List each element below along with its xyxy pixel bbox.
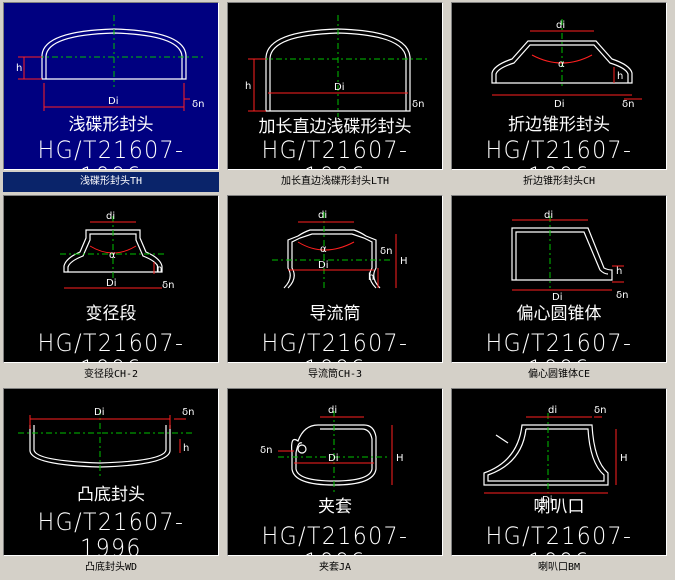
h-label: h — [368, 272, 374, 283]
item-title: 凸底封头 — [77, 485, 145, 505]
h-label: h — [156, 264, 162, 275]
gallery-item-ch-3[interactable]: di α Di δn h H 导流筒 HG/T21607-1996 导流筒CH-… — [224, 193, 445, 386]
di-label: Di — [554, 99, 564, 110]
dn-label: δn — [260, 445, 272, 456]
item-title: 浅碟形封头 — [68, 115, 154, 135]
item-caption: 加长直边浅碟形封头LTH — [280, 176, 390, 187]
item-title: 导流筒 — [309, 304, 361, 324]
gallery-item-lth[interactable]: Di h δn 加长直边浅碟形封头 HG/T21607-1996 加长直边浅碟形… — [224, 0, 445, 193]
di-top-label: di — [548, 405, 557, 416]
di-label: Di — [108, 96, 118, 107]
item-caption: 浅碟形封头TH — [3, 172, 219, 192]
di-top-label: di — [328, 405, 337, 416]
item-standard: HG/T21607-1996 — [485, 522, 633, 555]
item-title: 偏心圆锥体 — [516, 304, 602, 324]
di-label: Di — [552, 292, 562, 303]
preview-panel: Di h δn 浅碟形封头 HG/T21607-1996 — [3, 2, 219, 170]
preview-panel: di α Di δn h H 导流筒 HG/T21607-1996 — [227, 195, 443, 363]
preview-panel: di Di h δn 偏心圆锥体 HG/T21607-1996 — [451, 195, 667, 363]
dn-label: δn — [594, 405, 606, 416]
dn-label: δn — [380, 246, 392, 257]
item-title: 变径段 — [85, 304, 137, 324]
preview-panel: Di h δn 加长直边浅碟形封头 HG/T21607-1996 — [227, 2, 443, 170]
item-title: 夹套 — [318, 497, 352, 517]
item-caption: 凸底封头WD — [84, 562, 138, 573]
preview-panel: di Di δn H 夹套 HG/T21607-1996 — [227, 388, 443, 556]
h-label: h — [183, 443, 189, 454]
dn-label: δn — [616, 290, 628, 301]
gallery-item-ch-2[interactable]: di α Di h δn 变径段 HG/T21607-1996 变径段CH-2 — [0, 193, 221, 386]
item-caption: 夹套JA — [318, 562, 352, 573]
item-standard: HG/T21607-1996 — [485, 136, 633, 169]
item-caption: 偏心圆锥体CE — [527, 369, 591, 380]
gallery-item-wd[interactable]: Di δn h 凸底封头 HG/T21607-1996 凸底封头WD — [0, 386, 221, 579]
dn-label: δn — [412, 99, 424, 110]
preview-panel: di α Di h δn 变径段 HG/T21607-1996 — [3, 195, 219, 363]
height-label: H — [400, 256, 408, 267]
dn-label: δn — [192, 99, 204, 110]
gallery-item-th[interactable]: Di h δn 浅碟形封头 HG/T21607-1996 浅碟形封头TH — [0, 0, 221, 193]
gallery-item-ja[interactable]: di Di δn H 夹套 HG/T21607-1996 夹套JA — [224, 386, 445, 579]
h-label: h — [16, 63, 22, 74]
alpha-label: α — [558, 59, 565, 70]
item-title: 折边锥形封头 — [508, 115, 610, 135]
di-top-label: di — [106, 211, 115, 222]
height-label: H — [396, 453, 404, 464]
gallery-item-bm[interactable]: di Di δn H 喇叭口 HG/T21607-1996 喇叭口BM — [448, 386, 669, 579]
item-caption: 导流筒CH-3 — [307, 369, 363, 380]
di-label: Di — [94, 407, 104, 418]
height-label: H — [620, 453, 628, 464]
h-label: h — [616, 266, 622, 277]
item-standard: HG/T21607-1996 — [37, 136, 185, 169]
dn-label: δn — [162, 280, 174, 291]
di-label: Di — [328, 453, 338, 464]
item-standard: HG/T21607-1996 — [37, 508, 185, 556]
gallery-item-ce[interactable]: di Di h δn 偏心圆锥体 HG/T21607-1996 偏心圆锥体CE — [448, 193, 669, 386]
h-label: h — [617, 71, 623, 82]
item-standard: HG/T21607-1996 — [37, 329, 185, 362]
di-label: Di — [334, 82, 344, 93]
di-top-label: di — [318, 210, 327, 221]
preview-panel: di Di δn H 喇叭口 HG/T21607-1996 — [451, 388, 667, 556]
item-title: 加长直边浅碟形封头 — [258, 117, 412, 137]
h-label: h — [245, 81, 251, 92]
item-caption: 变径段CH-2 — [83, 369, 139, 380]
item-standard: HG/T21607-1996 — [261, 136, 409, 169]
alpha-label: α — [109, 250, 116, 261]
di-label: Di — [318, 260, 328, 271]
item-title: 喇叭口 — [533, 497, 585, 517]
item-standard: HG/T21607-1996 — [485, 329, 633, 362]
di-label: Di — [106, 278, 116, 289]
preview-panel: Di δn h 凸底封头 HG/T21607-1996 — [3, 388, 219, 556]
alpha-label: α — [320, 244, 327, 255]
shape-gallery: Di h δn 浅碟形封头 HG/T21607-1996 浅碟形封头TH Di … — [0, 0, 675, 580]
di-top-label: di — [556, 20, 565, 31]
dn-label: δn — [622, 99, 634, 110]
item-caption: 喇叭口BM — [537, 562, 581, 573]
gallery-item-ch[interactable]: di α Di h δn 折边锥形封头 HG/T21607-1996 折边锥形封… — [448, 0, 669, 193]
dn-label: δn — [182, 407, 194, 418]
item-caption: 折边锥形封头CH — [522, 176, 596, 187]
item-standard: HG/T21607-1996 — [261, 522, 409, 555]
item-standard: HG/T21607-1996 — [261, 329, 409, 362]
di-top-label: di — [544, 210, 553, 221]
preview-panel: di α Di h δn 折边锥形封头 HG/T21607-1996 — [451, 2, 667, 170]
